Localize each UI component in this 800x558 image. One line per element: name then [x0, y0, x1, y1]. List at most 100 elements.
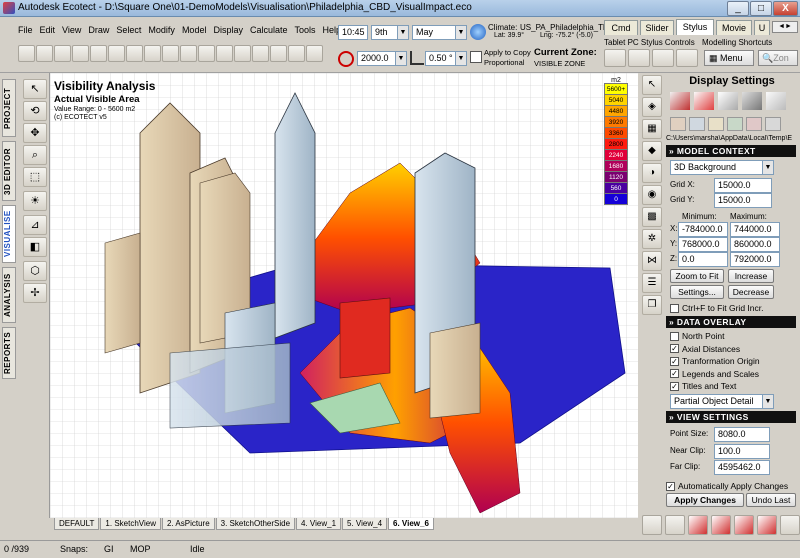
render-icon-3[interactable] [688, 515, 708, 535]
point-size-field[interactable]: 8080.0 [714, 427, 770, 442]
time-field[interactable]: 10:45 [338, 25, 368, 40]
overlay-option[interactable]: ✓ Titles and Text [670, 380, 736, 392]
detail-dropdown-icon[interactable]: ▼ [762, 395, 773, 408]
menu-edit[interactable]: Edit [40, 25, 56, 39]
render-icon-5[interactable] [734, 515, 754, 535]
plane-icon[interactable] [198, 45, 215, 62]
save-icon[interactable] [54, 45, 71, 62]
overlay-checkbox[interactable]: ✓ [670, 369, 679, 378]
rp-copy-icon[interactable]: ❐ [642, 295, 662, 315]
background-select[interactable]: 3D Background ▼ [670, 160, 774, 175]
zoom-icon[interactable]: ⌕ [23, 145, 47, 165]
view-tab-view-4[interactable]: 5. View_4 [342, 518, 388, 530]
tab-3d-editor[interactable]: 3D EDITOR [2, 141, 16, 201]
x-min-field[interactable]: -784000.0 [678, 222, 728, 237]
detail-select[interactable]: Partial Object Detail ▼ [670, 394, 774, 409]
tab-scroll-icon[interactable]: ◄► [772, 21, 798, 33]
solid-icon[interactable]: ◧ [23, 237, 47, 257]
cylinder-icon[interactable] [234, 45, 251, 62]
display-option-icon-2[interactable] [689, 117, 705, 131]
tab-visualise[interactable]: VISUALISE [2, 205, 16, 263]
menu-tools[interactable]: Tools [295, 25, 316, 39]
undo-last-button[interactable]: Undo Last [746, 493, 796, 507]
overlay-checkbox[interactable]: ✓ [670, 344, 679, 353]
month-dropdown-icon[interactable]: ▼ [455, 26, 466, 39]
auto-apply-checkbox[interactable]: ✓ [666, 481, 675, 491]
grid-snap-field[interactable]: 2000.0 ▼ [357, 51, 407, 66]
menu-model[interactable]: Model [182, 25, 207, 39]
view-tab-view-1[interactable]: 4. View_1 [296, 518, 342, 530]
stylus-zoom-button[interactable]: 🔍Zon [758, 50, 798, 66]
outline-cube-icon[interactable] [766, 92, 786, 110]
tab-u[interactable]: U [754, 20, 770, 35]
increase-button[interactable]: Increase [728, 269, 774, 283]
overlay-checkbox[interactable]: ✓ [670, 356, 679, 366]
pan-icon[interactable]: ✥ [23, 123, 47, 143]
display-option-icon-4[interactable] [727, 117, 743, 131]
view-tab-view-6[interactable]: 6. View_6 [388, 518, 434, 530]
stylus-undo-icon[interactable] [604, 49, 626, 67]
display-option-icon-3[interactable] [708, 117, 724, 131]
window-icon[interactable] [288, 45, 305, 62]
roof-icon[interactable] [270, 45, 287, 62]
cut-icon[interactable] [72, 45, 89, 62]
day-field[interactable]: 9th ▼ [371, 25, 409, 40]
redo-icon[interactable] [144, 45, 161, 62]
display-option-icon-5[interactable] [746, 117, 762, 131]
month-field[interactable]: May ▼ [412, 25, 467, 40]
menu-modify[interactable]: Modify [148, 25, 175, 39]
angle-snap-dropdown-icon[interactable]: ▼ [455, 52, 466, 65]
view-tab-aspicture[interactable]: 2. AsPicture [161, 518, 215, 530]
stylus-pick-icon[interactable] [628, 49, 650, 67]
data-overlay-header[interactable]: » DATA OVERLAY [666, 316, 796, 328]
render-icon-1[interactable] [642, 515, 662, 535]
camera-icon[interactable] [780, 515, 800, 535]
display-option-icon-1[interactable] [670, 117, 686, 131]
menu-draw[interactable]: Draw [88, 25, 109, 39]
select-icon[interactable]: ⬚ [23, 167, 47, 187]
3d-viewport[interactable]: Visibility Analysis Actual Visible Area … [50, 73, 638, 518]
menu-file[interactable]: File [18, 25, 33, 39]
z-min-field[interactable]: 0.0 [678, 252, 728, 267]
far-clip-field[interactable]: 4595462.0 [714, 460, 770, 475]
menu-select[interactable]: Select [116, 25, 141, 39]
door-icon[interactable] [306, 45, 323, 62]
model-context-header[interactable]: » MODEL CONTEXT [666, 145, 796, 157]
close-button[interactable]: X [773, 1, 798, 16]
rp-pointer-icon[interactable]: ↖ [642, 75, 662, 95]
apply-changes-button[interactable]: Apply Changes [666, 493, 744, 507]
paste-icon[interactable] [108, 45, 125, 62]
current-zone-value[interactable]: VISIBLE ZONE [534, 59, 585, 68]
snaps-gi[interactable]: GI [104, 544, 114, 554]
stylus-menu-button[interactable]: ▦ Menu [704, 50, 754, 66]
overlay-checkbox[interactable]: ✓ [670, 381, 679, 391]
globe-icon[interactable] [470, 24, 486, 40]
new-icon[interactable] [18, 45, 35, 62]
overlay-option[interactable]: North Point [670, 330, 725, 342]
render-icon-2[interactable] [665, 515, 685, 535]
rp-shading-icon[interactable]: ◑ [642, 163, 662, 183]
angle-snap-field[interactable]: 0.50 ° ▼ [425, 51, 467, 66]
render-icon-6[interactable] [757, 515, 777, 535]
view-settings-header[interactable]: » VIEW SETTINGS [666, 411, 796, 423]
day-dropdown-icon[interactable]: ▼ [397, 26, 408, 39]
grid-snap-dropdown-icon[interactable]: ▼ [395, 52, 406, 65]
zone-icon[interactable] [252, 45, 269, 62]
menu-calculate[interactable]: Calculate [250, 25, 288, 39]
orbit-icon[interactable]: ⟲ [23, 101, 47, 121]
menu-view[interactable]: View [62, 25, 81, 39]
overlay-option[interactable]: ✓ Axial Distances [670, 343, 740, 355]
rp-grid-icon[interactable]: ▩ [642, 207, 662, 227]
rp-materials-icon[interactable]: ▦ [642, 119, 662, 139]
open-icon[interactable] [36, 45, 53, 62]
box-icon[interactable] [216, 45, 233, 62]
tab-reports[interactable]: REPORTS [2, 327, 16, 379]
tab-analysis[interactable]: ANALYSIS [2, 267, 16, 323]
near-clip-field[interactable]: 100.0 [714, 444, 770, 459]
view-tab-default[interactable]: DEFAULT [54, 518, 100, 530]
rp-network-icon[interactable]: ⋈ [642, 251, 662, 271]
white-cube-icon[interactable] [718, 92, 738, 110]
rp-display-icon[interactable]: ◈ [642, 97, 662, 117]
grid-x-field[interactable]: 15000.0 [714, 178, 772, 193]
move-icon[interactable]: ✢ [23, 283, 47, 303]
